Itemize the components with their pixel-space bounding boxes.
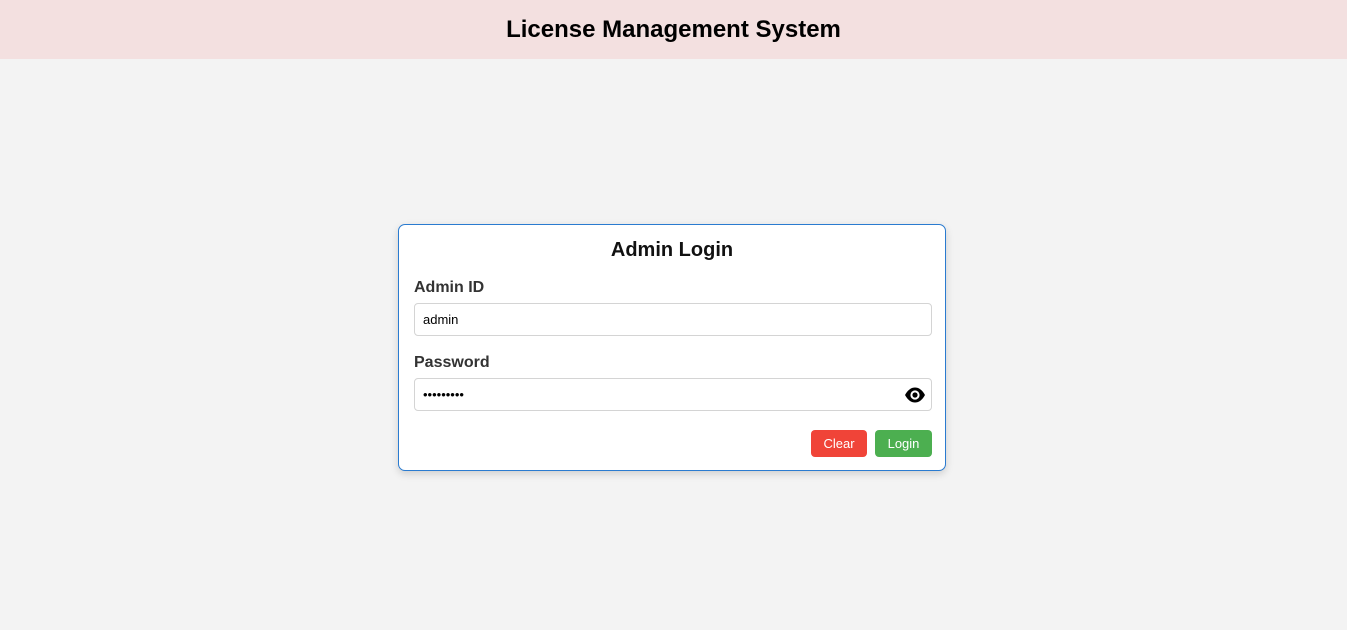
password-input[interactable] [415,379,931,410]
password-field-wrapper [414,378,932,411]
admin-id-field-wrapper [414,303,932,336]
admin-id-label: Admin ID [414,279,485,296]
password-label: Password [414,354,490,371]
login-title: Admin Login [610,239,734,261]
clear-button[interactable]: Clear [811,430,867,457]
app-title: License Management System [506,15,841,43]
app-header: License Management System [0,0,1347,59]
eye-icon[interactable] [904,385,926,405]
admin-id-input[interactable] [415,304,931,335]
login-button[interactable]: Login [875,430,932,457]
login-card: Admin Login Admin ID Password Clear Logi… [398,224,946,471]
